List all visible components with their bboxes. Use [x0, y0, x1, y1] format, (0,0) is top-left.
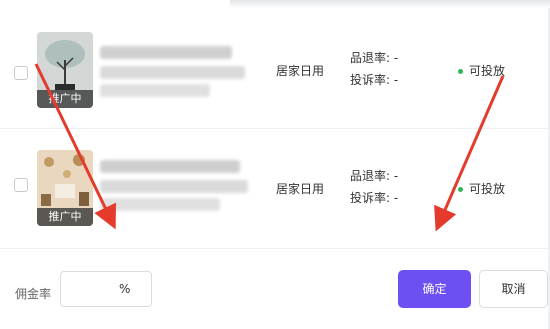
- complaint-rate: 投诉率: -: [350, 191, 399, 205]
- status-dot: [458, 69, 463, 74]
- blurred-product-title: [100, 160, 240, 173]
- status-badge: 可投放: [458, 180, 505, 197]
- complaint-rate: 投诉率: -: [350, 73, 399, 87]
- row-checkbox[interactable]: [14, 178, 28, 192]
- product-row: 推广中 居家日用 品退率: - 投诉率: - 可投放: [0, 10, 548, 129]
- percent-sign: %: [119, 282, 131, 296]
- row-checkbox[interactable]: [14, 66, 28, 80]
- promo-tag: 推广中: [37, 208, 93, 226]
- confirm-button[interactable]: 确定: [398, 270, 471, 308]
- blurred-product-subtitle: [100, 84, 210, 97]
- return-rate: 品退率: -: [350, 51, 399, 65]
- product-thumbnail: 推广中: [37, 32, 93, 108]
- footer-bar: 佣金率 % 确定 取消: [0, 250, 548, 329]
- product-category: 居家日用: [276, 182, 325, 196]
- commission-rate-field[interactable]: %: [60, 271, 152, 307]
- status-badge: 可投放: [458, 62, 505, 79]
- commission-rate-input[interactable]: [67, 278, 121, 302]
- blurred-product-title: [100, 180, 248, 193]
- product-row: 推广中 居家日用 品退率: - 投诉率: - 可投放: [0, 130, 548, 249]
- return-rate: 品退率: -: [350, 169, 399, 183]
- product-thumbnail: 推广中: [37, 150, 93, 226]
- commission-label: 佣金率: [15, 287, 52, 301]
- status-dot: [458, 187, 463, 192]
- product-selection-panel: 推广中 居家日用 品退率: - 投诉率: - 可投放 推广中 居家日用 品退率:…: [0, 0, 550, 329]
- blurred-product-subtitle: [100, 198, 220, 211]
- top-shadow: [230, 0, 550, 8]
- blurred-product-title: [100, 46, 232, 59]
- product-category: 居家日用: [276, 64, 325, 78]
- status-text: 可投放: [469, 64, 506, 78]
- blurred-product-title: [100, 66, 245, 79]
- status-text: 可投放: [469, 182, 506, 196]
- cancel-button[interactable]: 取消: [479, 270, 548, 308]
- promo-tag: 推广中: [37, 90, 93, 108]
